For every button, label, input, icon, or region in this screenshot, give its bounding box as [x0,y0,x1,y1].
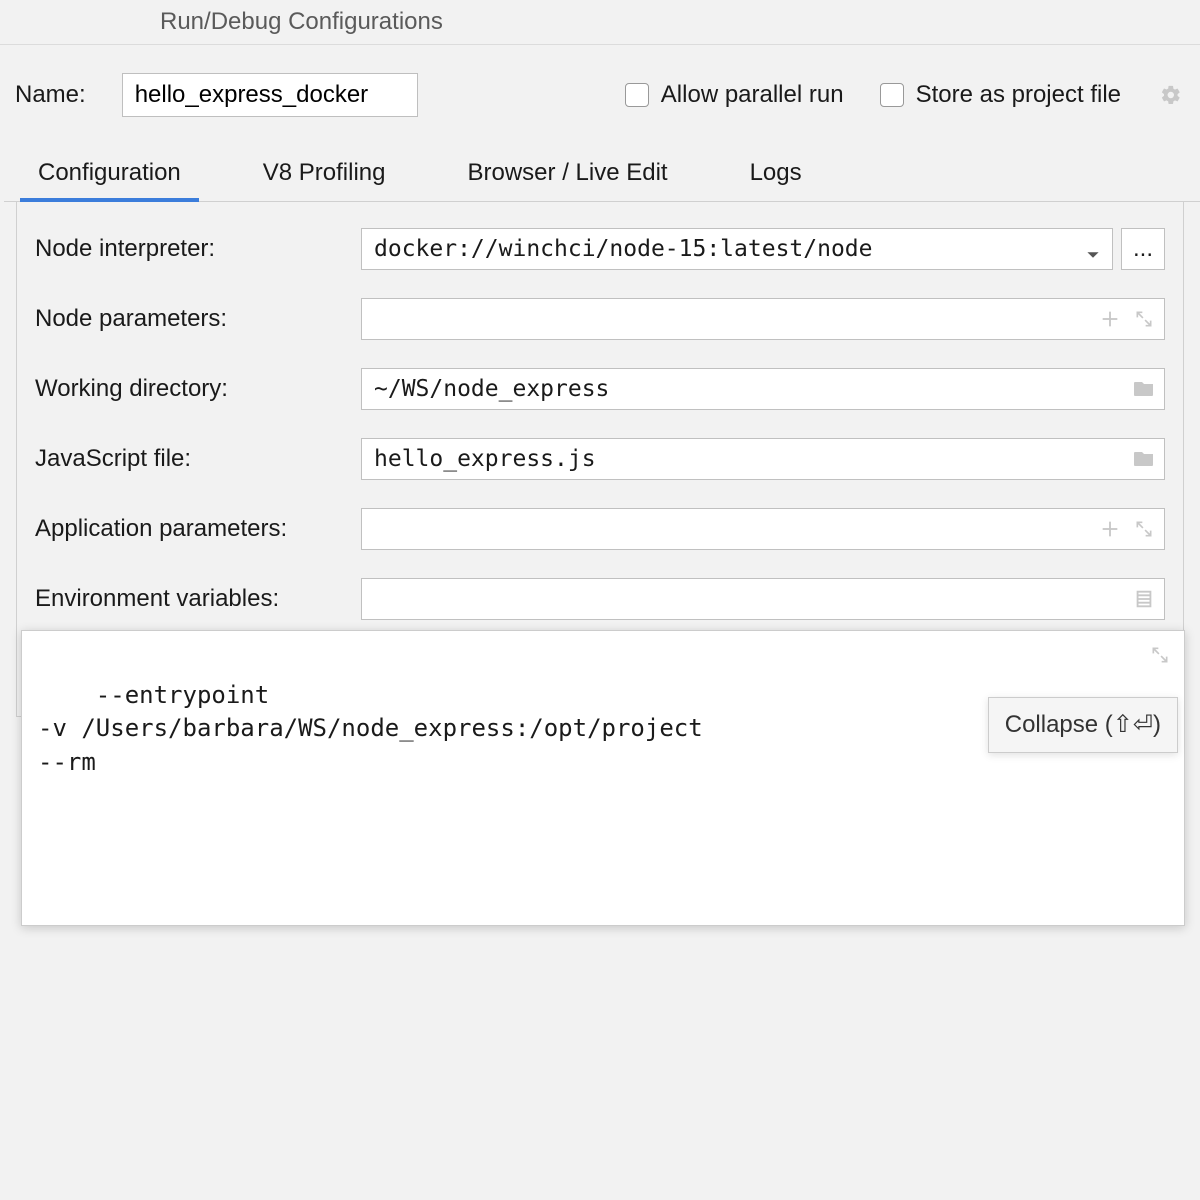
folder-icon[interactable] [1130,445,1158,473]
top-section: Name: Allow parallel run Store as projec… [0,45,1200,145]
node-interpreter-label: Node interpreter: [35,235,361,263]
tab-v8-profiling[interactable]: V8 Profiling [245,145,404,201]
working-directory-row: Working directory: ~/WS/node_express [35,368,1165,410]
configuration-panel: Node interpreter: docker://winchci/node-… [16,202,1184,717]
node-interpreter-input[interactable]: docker://winchci/node-15:latest/node [361,228,1113,270]
dialog-title: Run/Debug Configurations [0,0,1200,44]
checkbox[interactable] [880,83,904,107]
environment-variables-input[interactable] [361,578,1165,620]
allow-parallel-run-option[interactable]: Allow parallel run [625,81,844,109]
plus-icon[interactable] [1096,305,1124,333]
list-icon[interactable] [1130,585,1158,613]
tab-browser-live-edit[interactable]: Browser / Live Edit [450,145,686,201]
tabs: Configuration V8 Profiling Browser / Liv… [4,145,1200,202]
javascript-file-input[interactable]: hello_express.js [361,438,1165,480]
node-interpreter-row: Node interpreter: docker://winchci/node-… [35,228,1165,270]
expand-icon[interactable] [1130,305,1158,333]
allow-parallel-label: Allow parallel run [661,81,844,109]
application-parameters-label: Application parameters: [35,515,361,543]
tab-logs[interactable]: Logs [732,145,820,201]
collapse-tooltip: Collapse (⇧⏎) [988,697,1178,753]
expand-icon[interactable] [1130,515,1158,543]
plus-icon[interactable] [1096,515,1124,543]
node-parameters-row: Node parameters: [35,298,1165,340]
store-as-project-file-option[interactable]: Store as project file [880,81,1121,109]
node-parameters-label: Node parameters: [35,305,361,333]
checkbox[interactable] [625,83,649,107]
chevron-down-icon[interactable] [1086,242,1100,256]
javascript-file-label: JavaScript file: [35,445,361,473]
environment-variables-row: Environment variables: [35,578,1165,620]
environment-variables-label: Environment variables: [35,585,361,613]
working-directory-label: Working directory: [35,375,361,403]
tab-configuration[interactable]: Configuration [20,145,199,201]
name-label: Name: [15,81,86,109]
collapse-icon[interactable] [1146,641,1174,669]
application-parameters-input[interactable] [361,508,1165,550]
expanded-textarea-popup[interactable]: --entrypoint -v /Users/barbara/WS/node_e… [21,630,1185,926]
browse-button[interactable]: ... [1121,228,1165,270]
name-input[interactable] [122,73,418,117]
javascript-file-row: JavaScript file: hello_express.js [35,438,1165,480]
working-directory-input[interactable]: ~/WS/node_express [361,368,1165,410]
expanded-text[interactable]: --entrypoint -v /Users/barbara/WS/node_e… [38,681,703,776]
gear-icon[interactable] [1157,81,1185,109]
application-parameters-row: Application parameters: [35,508,1165,550]
folder-icon[interactable] [1130,375,1158,403]
node-parameters-input[interactable] [361,298,1165,340]
store-project-file-label: Store as project file [916,81,1121,109]
